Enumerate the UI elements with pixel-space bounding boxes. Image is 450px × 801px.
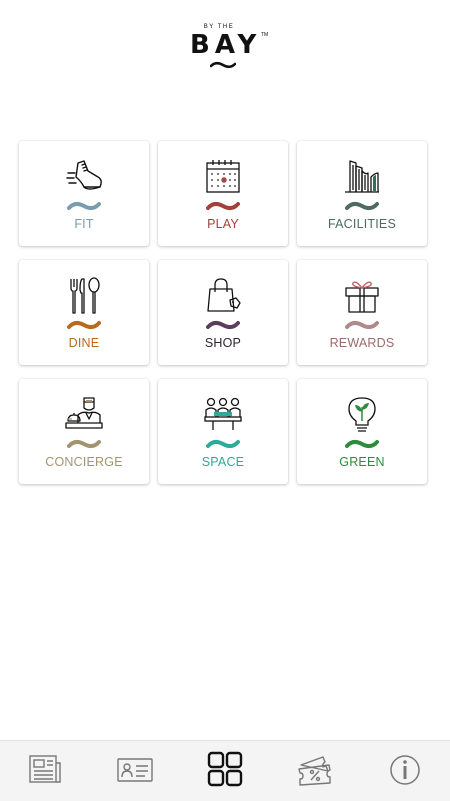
- calendar-icon: [206, 160, 240, 193]
- tile-concierge[interactable]: CONCIERGE: [19, 379, 149, 484]
- grid-menu-icon: [207, 751, 243, 787]
- logo-title: BAY: [190, 30, 262, 60]
- tile-play[interactable]: PLAY: [158, 141, 288, 246]
- nav-home-grid[interactable]: [180, 741, 270, 801]
- play-wave-icon: [206, 201, 240, 211]
- tile-facilities-label: FACILITIES: [328, 217, 396, 231]
- space-wave-icon: [206, 439, 240, 449]
- meeting-space-icon: [204, 397, 242, 430]
- cutlery-icon: [70, 277, 100, 314]
- by-the-bay-logo: BY THE BAY TM: [188, 24, 274, 72]
- tile-space[interactable]: SPACE: [158, 379, 288, 484]
- eco-bulb-icon: [348, 397, 376, 432]
- tile-dine-label: DINE: [68, 336, 100, 350]
- nav-info[interactable]: [360, 741, 450, 801]
- tile-facilities[interactable]: FACILITIES: [297, 141, 427, 246]
- concierge-icon: [65, 397, 103, 429]
- tile-space-label: SPACE: [201, 455, 245, 469]
- nav-news[interactable]: [0, 741, 90, 801]
- tile-fit[interactable]: FIT: [19, 141, 149, 246]
- newspaper-icon: [29, 755, 61, 783]
- tile-shop-label: SHOP: [204, 336, 242, 350]
- logo-wave-icon: [210, 61, 236, 69]
- shop-wave-icon: [206, 320, 240, 330]
- tile-shop[interactable]: SHOP: [158, 260, 288, 365]
- app-header: BY THE BAY TM: [0, 0, 450, 80]
- dine-wave-icon: [67, 320, 101, 330]
- tile-play-label: PLAY: [207, 217, 239, 231]
- tile-green-label: GREEN: [339, 455, 385, 469]
- tile-dine[interactable]: DINE: [19, 260, 149, 365]
- nav-membership[interactable]: [90, 741, 180, 801]
- tile-green[interactable]: GREEN: [297, 379, 427, 484]
- gift-icon: [345, 281, 379, 313]
- tile-concierge-label: CONCIERGE: [45, 455, 123, 469]
- buildings-icon: [345, 160, 379, 193]
- green-wave-icon: [345, 439, 379, 449]
- rewards-wave-icon: [345, 320, 379, 330]
- fit-wave-icon: [67, 201, 101, 211]
- facilities-wave-icon: [345, 201, 379, 211]
- id-card-icon: [117, 758, 153, 782]
- shopping-bag-icon: [207, 278, 241, 312]
- bottom-navigation-bar: [0, 740, 450, 801]
- ticket-discount-icon: [298, 756, 331, 786]
- running-shoe-icon: [66, 160, 102, 190]
- nav-offers[interactable]: [270, 741, 360, 801]
- tile-fit-label: FIT: [74, 217, 94, 231]
- logo-trademark: TM: [261, 32, 269, 38]
- info-icon: [390, 755, 420, 785]
- tile-rewards-label: REWARDS: [329, 336, 395, 350]
- tile-rewards[interactable]: REWARDS: [297, 260, 427, 365]
- concierge-wave-icon: [67, 439, 101, 449]
